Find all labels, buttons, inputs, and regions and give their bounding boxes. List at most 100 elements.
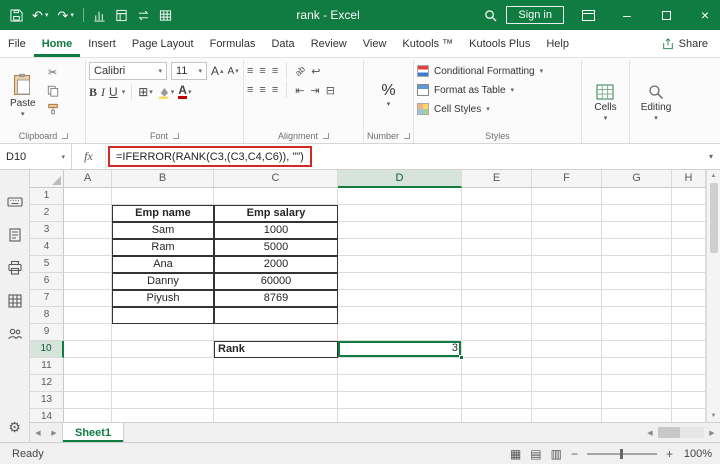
- formula-bar-expand-icon[interactable]: ▾: [702, 144, 720, 169]
- cell-A6[interactable]: [64, 273, 112, 290]
- format-as-table-button[interactable]: Format as Table▾: [417, 81, 578, 99]
- people-icon[interactable]: [7, 326, 23, 342]
- hscroll-right-icon[interactable]: ▶: [704, 423, 720, 442]
- name-box[interactable]: D10 ▾: [0, 144, 72, 169]
- cell-E6[interactable]: [462, 273, 532, 290]
- select-all-button[interactable]: [30, 170, 64, 188]
- insert-function-button[interactable]: fx: [72, 144, 106, 169]
- align-center-icon[interactable]: ≡: [259, 84, 265, 96]
- cell-D11[interactable]: [338, 358, 462, 375]
- tab-insert[interactable]: Insert: [80, 30, 124, 57]
- cell-B8[interactable]: [112, 307, 214, 324]
- cell-C12[interactable]: [214, 375, 338, 392]
- grid-icon[interactable]: [7, 293, 23, 309]
- tab-view[interactable]: View: [355, 30, 395, 57]
- copy-button[interactable]: [44, 83, 62, 98]
- italic-button[interactable]: I: [101, 85, 105, 100]
- scroll-down-icon[interactable]: ▼: [711, 413, 717, 419]
- align-bottom-icon[interactable]: ≡: [272, 65, 278, 77]
- cell-G13[interactable]: [602, 392, 672, 409]
- merge-center-icon[interactable]: ⊟: [326, 84, 335, 97]
- zoom-in-button[interactable]: +: [666, 447, 673, 461]
- tab-kutools-plus[interactable]: Kutools Plus: [461, 30, 538, 57]
- ribbon-display-options-icon[interactable]: [573, 0, 603, 30]
- cell-F13[interactable]: [532, 392, 602, 409]
- decrease-indent-icon[interactable]: ⇤: [295, 84, 304, 97]
- cell-H4[interactable]: [672, 239, 706, 256]
- cell-B3[interactable]: Sam: [112, 222, 214, 239]
- underline-dropdown-icon[interactable]: ▾: [122, 88, 126, 96]
- cell-H7[interactable]: [672, 290, 706, 307]
- restore-button[interactable]: [651, 0, 681, 30]
- table-icon[interactable]: [159, 9, 172, 22]
- column-header-B[interactable]: B: [112, 170, 214, 188]
- cell-D5[interactable]: [338, 256, 462, 273]
- cell-D12[interactable]: [338, 375, 462, 392]
- borders-button[interactable]: ⊞▾: [138, 85, 153, 99]
- cell-D1[interactable]: [338, 188, 462, 205]
- cell-A9[interactable]: [64, 324, 112, 341]
- cell-A3[interactable]: [64, 222, 112, 239]
- align-right-icon[interactable]: ≡: [272, 84, 278, 96]
- tab-home[interactable]: Home: [34, 30, 81, 57]
- cell-F10[interactable]: [532, 341, 602, 358]
- column-header-H[interactable]: H: [672, 170, 706, 188]
- scroll-up-icon[interactable]: ▲: [711, 173, 717, 179]
- align-top-icon[interactable]: ≡: [247, 65, 253, 77]
- cell-C4[interactable]: 5000: [214, 239, 338, 256]
- row-header-1[interactable]: 1: [30, 188, 64, 205]
- cell-G12[interactable]: [602, 375, 672, 392]
- formula-input[interactable]: =IFERROR(RANK(C3,(C3,C4,C6)), ""): [106, 144, 702, 169]
- row-header-10[interactable]: 10: [30, 341, 64, 358]
- cell-F4[interactable]: [532, 239, 602, 256]
- number-dialog-launcher[interactable]: [404, 133, 410, 139]
- cell-G2[interactable]: [602, 205, 672, 222]
- cell-F5[interactable]: [532, 256, 602, 273]
- row-header-4[interactable]: 4: [30, 239, 64, 256]
- cell-G1[interactable]: [602, 188, 672, 205]
- cell-G3[interactable]: [602, 222, 672, 239]
- bold-button[interactable]: B: [89, 85, 97, 100]
- undo-icon[interactable]: ↶: [32, 9, 43, 22]
- cell-H1[interactable]: [672, 188, 706, 205]
- row-header-11[interactable]: 11: [30, 358, 64, 375]
- row-header-3[interactable]: 3: [30, 222, 64, 239]
- column-header-G[interactable]: G: [602, 170, 672, 188]
- cell-A13[interactable]: [64, 392, 112, 409]
- row-header-7[interactable]: 7: [30, 290, 64, 307]
- cell-F9[interactable]: [532, 324, 602, 341]
- hscroll-left-icon[interactable]: ◀: [642, 423, 658, 442]
- cell-E12[interactable]: [462, 375, 532, 392]
- font-name-select[interactable]: Calibri ▾: [89, 62, 167, 80]
- cell-G9[interactable]: [602, 324, 672, 341]
- cell-H12[interactable]: [672, 375, 706, 392]
- cell-H14[interactable]: [672, 409, 706, 422]
- orientation-icon[interactable]: ab: [293, 64, 307, 78]
- cell-C13[interactable]: [214, 392, 338, 409]
- row-header-5[interactable]: 5: [30, 256, 64, 273]
- cell-E7[interactable]: [462, 290, 532, 307]
- row-header-9[interactable]: 9: [30, 324, 64, 341]
- cell-F12[interactable]: [532, 375, 602, 392]
- cell-A12[interactable]: [64, 375, 112, 392]
- tab-help[interactable]: Help: [538, 30, 577, 57]
- row-header-14[interactable]: 14: [30, 409, 64, 422]
- font-size-select[interactable]: 11 ▾: [171, 62, 207, 80]
- search-icon[interactable]: [484, 9, 497, 22]
- font-dialog-launcher[interactable]: [173, 133, 179, 139]
- row-header-13[interactable]: 13: [30, 392, 64, 409]
- cell-B6[interactable]: Danny: [112, 273, 214, 290]
- cell-styles-button[interactable]: Cell Styles▾: [417, 100, 578, 118]
- sheet-nav-left-icon[interactable]: ◀: [30, 423, 46, 442]
- vertical-scrollbar-thumb[interactable]: [710, 183, 718, 253]
- cell-F8[interactable]: [532, 307, 602, 324]
- sheet-tab-sheet1[interactable]: Sheet1: [62, 423, 124, 442]
- align-middle-icon[interactable]: ≡: [259, 65, 265, 77]
- cell-F7[interactable]: [532, 290, 602, 307]
- row-header-6[interactable]: 6: [30, 273, 64, 290]
- cut-button[interactable]: ✂: [44, 65, 62, 80]
- column-header-C[interactable]: C: [214, 170, 338, 188]
- cell-B13[interactable]: [112, 392, 214, 409]
- cell-E2[interactable]: [462, 205, 532, 222]
- cell-A11[interactable]: [64, 358, 112, 375]
